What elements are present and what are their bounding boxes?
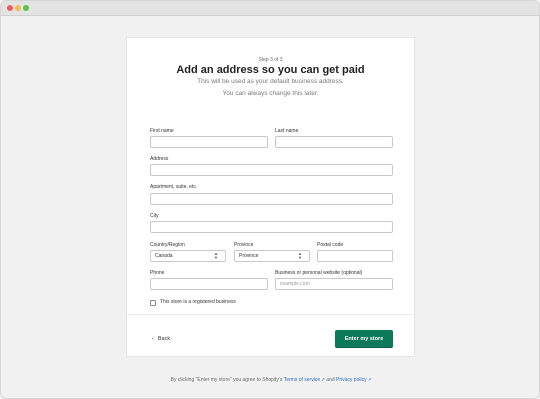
select-chevron-icon: ▲ ▼ — [298, 251, 302, 260]
footer-prefix: By clicking "Enter my store" you agree t… — [170, 377, 283, 383]
country-select[interactable]: Canada ▲ ▼ — [150, 250, 226, 262]
phone-input[interactable] — [150, 278, 268, 290]
external-link-icon: ↗ — [367, 377, 372, 382]
legal-footer: By clicking "Enter my store" you agree t… — [1, 377, 539, 383]
first-name-label: First name — [150, 128, 174, 134]
address-input[interactable] — [150, 164, 393, 176]
province-select-value: Province — [239, 253, 259, 259]
enter-my-store-button[interactable]: Enter my store — [335, 330, 393, 347]
terms-of-service-link[interactable]: Terms of service↗ — [284, 377, 325, 383]
privacy-label: Privacy policy — [336, 377, 367, 383]
title-bar — [1, 1, 539, 16]
website-label: Business or personal website (optional) — [275, 270, 363, 276]
minimize-window-button[interactable] — [15, 5, 21, 11]
apartment-label: Apartment, suite, etc. — [150, 184, 198, 190]
province-select[interactable]: Province ▲ ▼ — [234, 250, 310, 262]
privacy-policy-link[interactable]: Privacy policy↗ — [336, 377, 371, 383]
select-chevron-icon: ▲ ▼ — [214, 251, 218, 260]
page-title: Add an address so you can get paid — [176, 64, 365, 76]
apartment-input[interactable] — [150, 193, 393, 205]
registered-business-checkbox[interactable] — [150, 300, 156, 306]
phone-label: Phone — [150, 270, 165, 276]
footer-and: and — [326, 377, 335, 383]
website-input[interactable] — [275, 278, 393, 290]
registered-business-label[interactable]: This store is a registered business — [160, 299, 236, 305]
postal-code-label: Postal code — [317, 242, 344, 248]
step-indicator: Step 3 of 3 — [258, 57, 283, 63]
country-label: Country/Region — [150, 242, 185, 248]
browser-window: Step 3 of 3 Add an address so you can ge… — [0, 0, 540, 399]
country-select-value: Canada — [155, 253, 173, 259]
postal-code-input[interactable] — [317, 250, 393, 262]
first-name-input[interactable] — [150, 136, 268, 148]
back-link[interactable]: ‹ Back — [152, 336, 170, 342]
chevron-left-icon: ‹ — [152, 336, 154, 342]
maximize-window-button[interactable] — [23, 5, 29, 11]
close-window-button[interactable] — [7, 5, 13, 11]
last-name-input[interactable] — [275, 136, 393, 148]
external-link-icon: ↗ — [321, 377, 325, 382]
subtitle-line-2: You can always change this later. — [222, 90, 319, 97]
last-name-label: Last name — [275, 128, 299, 134]
address-card: Step 3 of 3 Add an address so you can ge… — [126, 37, 415, 357]
city-label: City — [150, 213, 159, 219]
back-label: Back — [157, 336, 171, 342]
divider — [127, 314, 414, 315]
terms-label: Terms of service — [283, 377, 321, 383]
address-label: Address — [150, 156, 169, 162]
city-input[interactable] — [150, 221, 393, 233]
province-label: Province — [234, 242, 254, 248]
subtitle-line-1: This will be used as your default busine… — [197, 78, 344, 85]
